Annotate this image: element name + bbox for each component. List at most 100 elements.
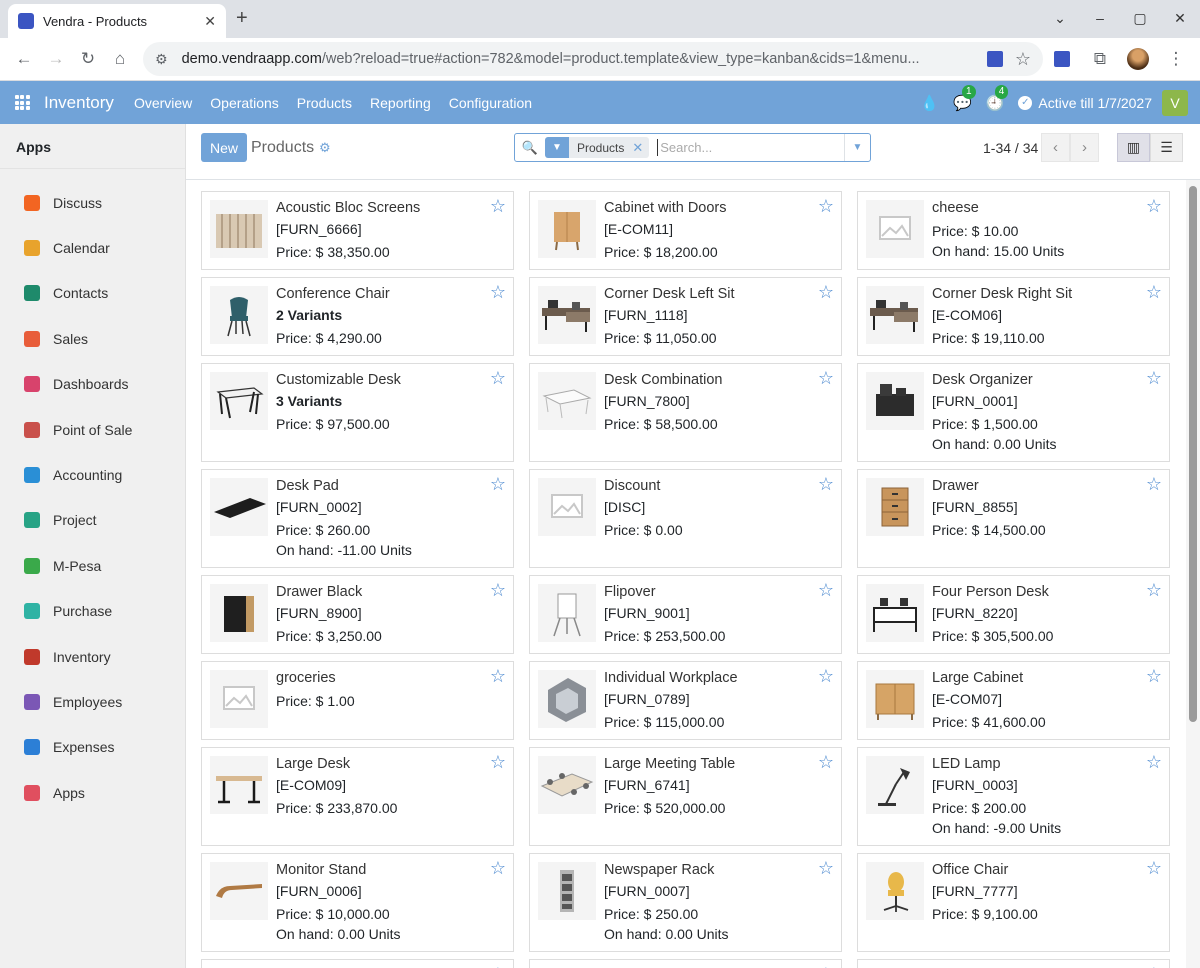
pager-next-icon[interactable]: › [1070, 133, 1099, 162]
subscription-status[interactable]: ✓ Active till 1/7/2027 [1018, 95, 1152, 111]
product-card[interactable]: ☆ [857, 959, 1170, 968]
sidebar-item-purchase[interactable]: Purchase [0, 589, 185, 634]
sidebar-item-accounting[interactable]: Accounting [0, 452, 185, 497]
favorite-star-icon[interactable]: ☆ [490, 859, 506, 877]
profile-avatar[interactable] [1122, 43, 1154, 75]
favorite-star-icon[interactable]: ☆ [490, 369, 506, 387]
sidebar-item-dashboards[interactable]: Dashboards [0, 362, 185, 407]
sidebar-item-employees[interactable]: Employees [0, 679, 185, 724]
scrollbar-thumb[interactable] [1189, 186, 1197, 722]
product-card[interactable]: Corner Desk Left Sit [FURN_1118] Price: $ … [529, 277, 842, 356]
browser-tab[interactable]: Vendra - Products ✕ [8, 4, 226, 38]
pager-previous-icon[interactable]: ‹ [1041, 133, 1070, 162]
sidebar-item-m-pesa[interactable]: M-Pesa [0, 543, 185, 588]
vendra-extension-icon[interactable] [1046, 43, 1078, 75]
product-card[interactable]: Flipover [FURN_9001] Price: $ 253,500.00 ☆ [529, 575, 842, 654]
favorite-star-icon[interactable]: ☆ [490, 283, 506, 301]
user-avatar[interactable]: V [1162, 89, 1188, 116]
menu-overview[interactable]: Overview [134, 95, 192, 111]
product-card[interactable]: Office Chair [FURN_7777] Price: $ 9,100.00… [857, 853, 1170, 952]
product-card[interactable]: Monitor Stand [FURN_0006] Price: $ 10,000.… [201, 853, 514, 952]
maximize-icon[interactable]: ▢ [1120, 0, 1160, 36]
close-window-icon[interactable]: ✕ [1160, 0, 1200, 36]
favorite-star-icon[interactable]: ☆ [1146, 283, 1162, 301]
favorite-star-icon[interactable]: ☆ [490, 475, 506, 493]
favorite-star-icon[interactable]: ☆ [1146, 475, 1162, 493]
forward-icon[interactable]: → [40, 43, 72, 75]
new-tab-icon[interactable]: + [236, 8, 248, 28]
gear-icon[interactable]: ⚙ [319, 140, 331, 156]
product-card[interactable]: ☆ [529, 959, 842, 968]
sidebar-item-inventory[interactable]: Inventory [0, 634, 185, 679]
favorite-star-icon[interactable]: ☆ [818, 197, 834, 215]
favorite-star-icon[interactable]: ☆ [818, 369, 834, 387]
product-card[interactable]: Newspaper Rack [FURN_0007] Price: $ 250.00… [529, 853, 842, 952]
favorite-star-icon[interactable]: ☆ [490, 581, 506, 599]
product-card[interactable]: ☆ [201, 959, 514, 968]
facet-remove-icon[interactable]: ✕ [632, 137, 650, 158]
favorite-star-icon[interactable]: ☆ [1146, 369, 1162, 387]
favorite-star-icon[interactable]: ☆ [818, 667, 834, 685]
apps-grid-icon[interactable] [0, 81, 44, 124]
back-icon[interactable]: ← [8, 43, 40, 75]
extension-icon[interactable] [986, 51, 1003, 67]
favorite-star-icon[interactable]: ☆ [1146, 197, 1162, 215]
product-card[interactable]: Drawer Black [FURN_8900] Price: $ 3,250.00… [201, 575, 514, 654]
product-card[interactable]: Corner Desk Right Sit [E-COM06] Price: $ 1… [857, 277, 1170, 356]
product-card[interactable]: Desk Pad [FURN_0002] Price: $ 260.00 On han… [201, 469, 514, 568]
product-card[interactable]: Desk Combination [FURN_7800] Price: $ 58,5… [529, 363, 842, 462]
sidebar-item-discuss[interactable]: Discuss [0, 180, 185, 225]
bookmark-star-icon[interactable]: ☆ [1015, 49, 1031, 70]
product-card[interactable]: LED Lamp [FURN_0003] Price: $ 200.00 On han… [857, 747, 1170, 846]
favorite-star-icon[interactable]: ☆ [1146, 581, 1162, 599]
favorite-star-icon[interactable]: ☆ [490, 667, 506, 685]
favorite-star-icon[interactable]: ☆ [490, 197, 506, 215]
sidebar-item-point-of-sale[interactable]: Point of Sale [0, 407, 185, 452]
drop-icon[interactable]: 💧 [920, 94, 939, 112]
chevron-down-icon[interactable]: ⌄ [1040, 0, 1080, 36]
kanban-scrollbar[interactable] [1186, 180, 1200, 968]
favorite-star-icon[interactable]: ☆ [1146, 753, 1162, 771]
product-card[interactable]: groceries Price: $ 1.00 ☆ [201, 661, 514, 740]
favorite-star-icon[interactable]: ☆ [1146, 667, 1162, 685]
tab-close-icon[interactable]: ✕ [204, 13, 216, 30]
favorite-star-icon[interactable]: ☆ [1146, 859, 1162, 877]
product-card[interactable]: Discount [DISC] Price: $ 0.00 ☆ [529, 469, 842, 568]
site-info-icon[interactable]: ⚙ [155, 51, 168, 68]
search-icon[interactable]: 🔍 [515, 140, 545, 156]
favorite-star-icon[interactable]: ☆ [818, 283, 834, 301]
menu-configuration[interactable]: Configuration [449, 95, 532, 111]
reload-icon[interactable]: ↻ [72, 43, 104, 75]
product-card[interactable]: Large Desk [E-COM09] Price: $ 233,870.00 ☆ [201, 747, 514, 846]
sidebar-item-project[interactable]: Project [0, 498, 185, 543]
sidebar-item-calendar[interactable]: Calendar [0, 225, 185, 270]
product-card[interactable]: Drawer [FURN_8855] Price: $ 14,500.00 ☆ [857, 469, 1170, 568]
product-card[interactable]: Acoustic Bloc Screens [FURN_6666] Price: $… [201, 191, 514, 270]
menu-operations[interactable]: Operations [210, 95, 278, 111]
product-card[interactable]: Large Cabinet [E-COM07] Price: $ 41,600.00… [857, 661, 1170, 740]
sidebar-item-expenses[interactable]: Expenses [0, 725, 185, 770]
activities-clock-icon[interactable]: 🕘 4 [986, 84, 1009, 112]
kanban-view-icon[interactable]: ▥ [1117, 133, 1150, 162]
favorite-star-icon[interactable]: ☆ [818, 753, 834, 771]
menu-reporting[interactable]: Reporting [370, 95, 431, 111]
favorite-star-icon[interactable]: ☆ [490, 753, 506, 771]
search-options-icon[interactable]: ▼ [844, 134, 870, 161]
product-card[interactable]: Conference Chair 2 Variants Price: $ 4,290… [201, 277, 514, 356]
browser-menu-icon[interactable]: ⋮ [1160, 43, 1192, 75]
product-card[interactable]: Cabinet with Doors [E-COM11] Price: $ 18,2… [529, 191, 842, 270]
menu-products[interactable]: Products [297, 95, 352, 111]
product-card[interactable]: Large Meeting Table [FURN_6741] Price: $ 5… [529, 747, 842, 846]
product-card[interactable]: Individual Workplace [FURN_0789] Price: $ … [529, 661, 842, 740]
favorite-star-icon[interactable]: ☆ [818, 581, 834, 599]
favorite-star-icon[interactable]: ☆ [818, 475, 834, 493]
home-icon[interactable]: ⌂ [104, 43, 136, 75]
product-card[interactable]: Desk Organizer [FURN_0001] Price: $ 1,500.… [857, 363, 1170, 462]
new-button[interactable]: New [201, 133, 247, 162]
product-card[interactable]: Four Person Desk [FURN_8220] Price: $ 305,… [857, 575, 1170, 654]
extensions-puzzle-icon[interactable]: ⧉ [1084, 43, 1116, 75]
sidebar-item-apps[interactable]: Apps [0, 770, 185, 815]
product-card[interactable]: Customizable Desk 3 Variants Price: $ 97,5… [201, 363, 514, 462]
pager-value[interactable]: 1-34 / 34 [983, 140, 1038, 156]
messages-icon[interactable]: 💬 1 [953, 84, 976, 112]
